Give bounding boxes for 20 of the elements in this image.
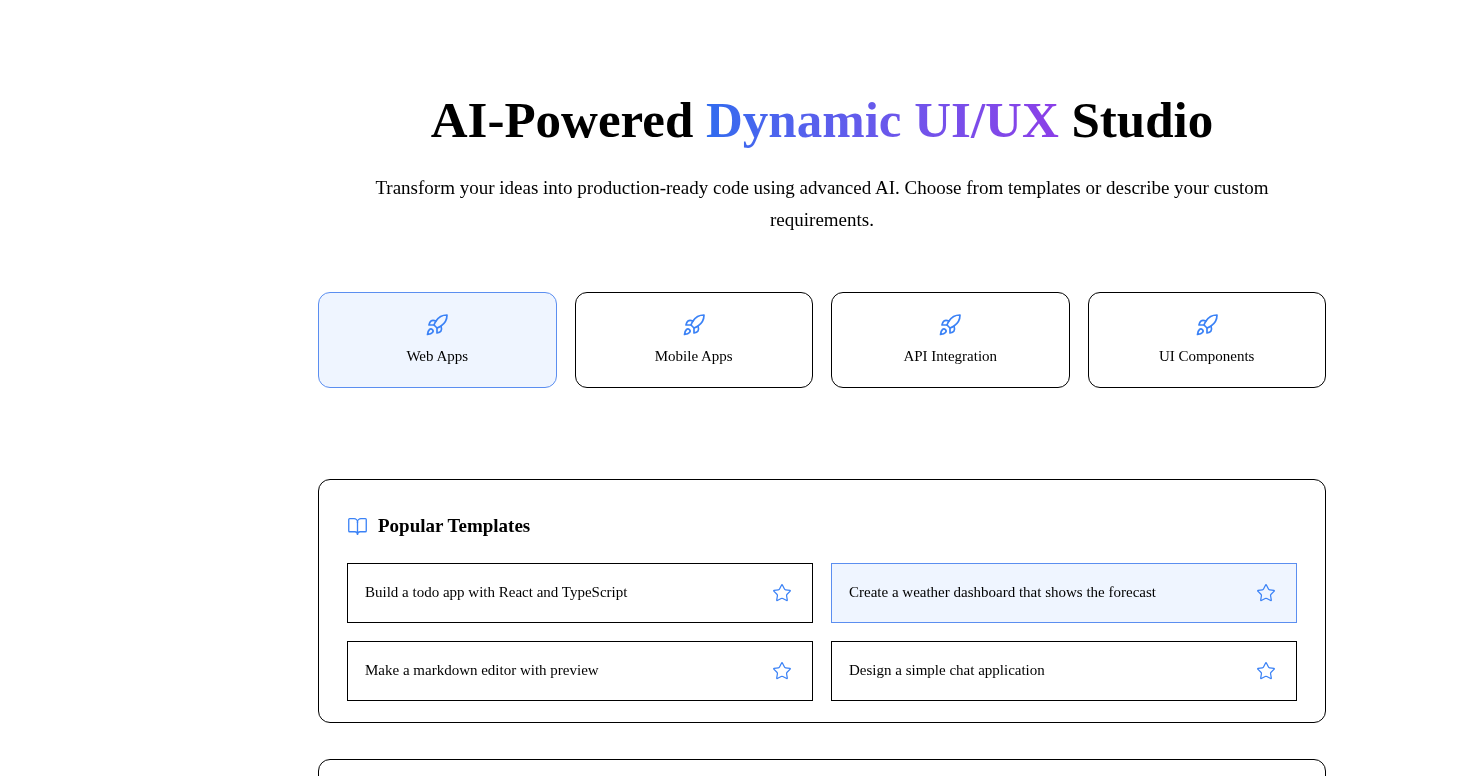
rocket-icon (1194, 312, 1219, 337)
templates-heading: Popular Templates (378, 514, 531, 538)
star-icon (772, 582, 792, 603)
rocket-icon (425, 312, 450, 337)
category-card[interactable]: Web Apps (318, 292, 557, 388)
template-item[interactable]: Create a weather dashboard that shows the forecast (831, 562, 1297, 623)
book-icon (347, 515, 368, 537)
category-card[interactable]: UI Components (1087, 292, 1326, 388)
star-icon (1256, 660, 1276, 681)
category-card[interactable]: API Integration (831, 292, 1070, 388)
page-title: AI-Powered Dynamic UI/UX Studio (430, 91, 1214, 150)
template-item[interactable]: Design a simple chat application (831, 640, 1297, 701)
star-icon (1256, 582, 1276, 603)
template-item[interactable]: Make a markdown editor with preview (347, 640, 813, 701)
template-item[interactable]: Build a todo app with React and TypeScript (347, 562, 813, 623)
rocket-icon (938, 312, 963, 337)
rocket-icon (681, 312, 706, 337)
page-subtitle: Transform your ideas into production-ready code using advanced AI. Choose from templates or describe your custom requirements. (374, 176, 1270, 232)
category-card[interactable]: Mobile Apps (574, 292, 813, 388)
star-icon (772, 660, 792, 681)
